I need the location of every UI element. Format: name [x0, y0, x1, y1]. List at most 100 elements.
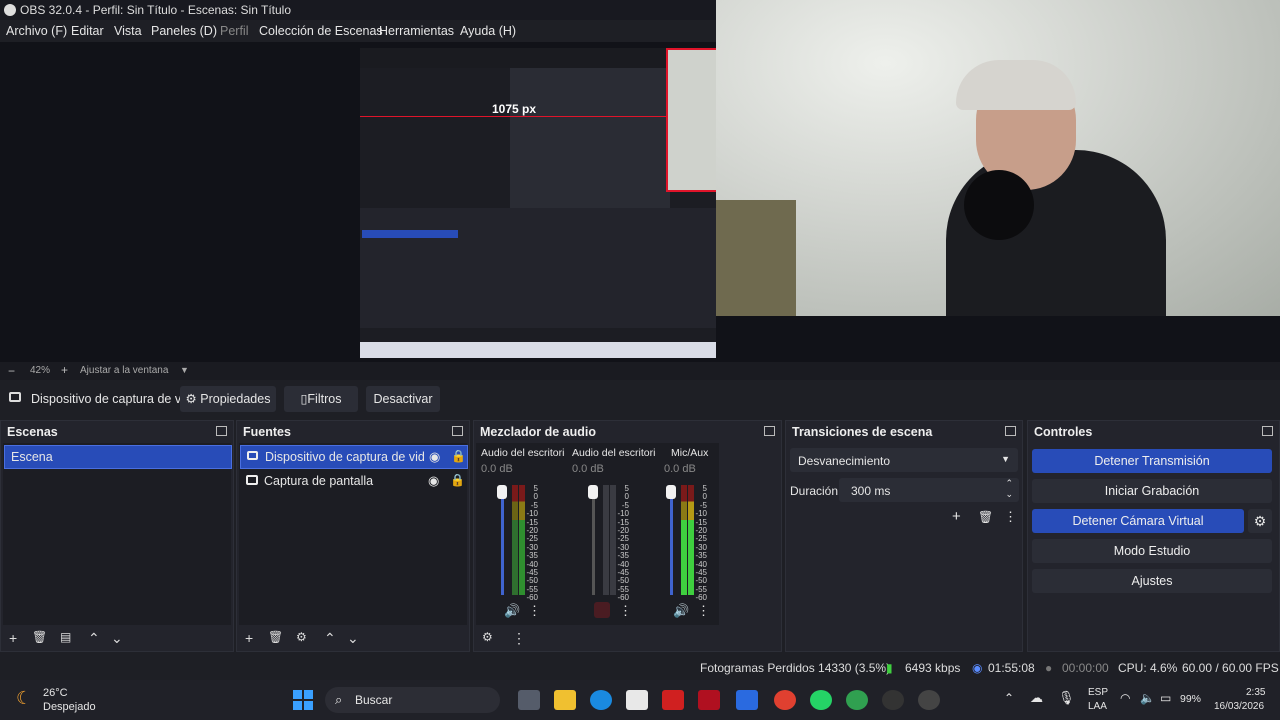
menu-editar[interactable]: Editar — [71, 24, 104, 38]
taskbar-search[interactable]: ⌕ Buscar — [325, 687, 500, 713]
undock-icon[interactable] — [764, 426, 775, 436]
menu-coleccion[interactable]: Colección de Escenas — [259, 24, 383, 38]
controls-title: Controles — [1034, 425, 1093, 439]
chevron-down-icon[interactable]: ▼ — [180, 365, 189, 375]
eye-icon[interactable]: ◉ — [429, 449, 440, 465]
db-scale-tick: -60 — [526, 593, 538, 603]
chevron-up-icon[interactable]: ⌃ — [1005, 478, 1013, 489]
search-icon: ⌕ — [335, 692, 343, 707]
trash-icon[interactable]: 🗑 — [268, 630, 283, 644]
filters-button[interactable]: ▯Filtros — [284, 386, 358, 412]
chrome-icon[interactable] — [846, 690, 868, 710]
gear-icon[interactable]: ⚙ — [1248, 509, 1272, 533]
kebab-menu-icon[interactable]: ⋮ — [697, 603, 710, 619]
file-explorer-icon[interactable] — [554, 690, 576, 710]
menu-herramientas[interactable]: Herramientas — [379, 24, 454, 38]
trash-icon[interactable]: 🗑 — [32, 630, 47, 644]
chevron-up-icon[interactable]: ⌃ — [324, 630, 336, 647]
app-icon[interactable] — [662, 690, 684, 710]
signal-icon: ▮ — [886, 661, 893, 675]
menu-perfil[interactable]: Perfil — [220, 24, 248, 38]
stop-streaming-button[interactable]: Detener Transmisión — [1032, 449, 1272, 473]
zoom-in-button[interactable]: + — [61, 363, 68, 377]
kebab-menu-icon[interactable]: ⋮ — [619, 603, 632, 619]
advanced-audio-icon[interactable]: ⚙ — [482, 630, 493, 644]
filter-icon[interactable]: ▤ — [60, 630, 71, 644]
lock-icon[interactable]: 🔒 — [450, 473, 465, 487]
menu-vista[interactable]: Vista — [114, 24, 142, 38]
windows-start-icon[interactable] — [293, 690, 313, 710]
chevron-up-icon[interactable]: ⌃ — [1004, 691, 1014, 705]
whatsapp-icon[interactable] — [810, 690, 832, 710]
transition-select[interactable]: Desvanecimiento ▼ — [790, 448, 1018, 472]
speaker-icon[interactable]: 🔊 — [673, 603, 689, 619]
chevron-down-icon: ▼ — [1001, 454, 1010, 464]
trash-icon[interactable]: 🗑 — [978, 510, 993, 524]
source-item[interactable]: Dispositivo de captura de video ◉ 🔒 — [240, 445, 468, 469]
camera-feed[interactable] — [716, 0, 1280, 316]
wifi-icon[interactable]: ◠ — [1120, 691, 1130, 705]
volume-slider-handle[interactable] — [497, 485, 507, 499]
weather-icon[interactable]: ☾ — [16, 688, 32, 709]
zoom-out-button[interactable]: − — [8, 364, 15, 378]
add-icon[interactable]: + — [9, 630, 17, 646]
volume-icon[interactable]: 🔈 — [1140, 691, 1155, 705]
gear-icon[interactable]: ⚙ — [296, 630, 307, 644]
speaker-icon[interactable]: 🔊 — [504, 603, 520, 619]
obs-icon[interactable] — [882, 690, 904, 710]
chrome-icon[interactable] — [774, 690, 796, 710]
scene-item[interactable]: Escena — [4, 445, 232, 469]
muted-speaker-icon[interactable] — [594, 602, 610, 618]
battery-icon[interactable]: ▭ — [1160, 691, 1171, 705]
fps: 60.00 / 60.00 FPS — [1182, 661, 1279, 675]
mixer-footer: ⚙ ⋮ — [474, 625, 781, 651]
volume-slider[interactable] — [670, 485, 673, 595]
lock-icon[interactable]: 🔒 — [451, 449, 466, 463]
chevron-down-icon[interactable]: ⌄ — [347, 630, 359, 647]
stop-virtual-camera-button[interactable]: Detener Cámara Virtual — [1032, 509, 1244, 533]
deactivate-button[interactable]: Desactivar — [366, 386, 440, 412]
volume-slider-handle[interactable] — [588, 485, 598, 499]
menu-ayuda[interactable]: Ayuda (H) — [460, 24, 516, 38]
menu-archivo[interactable]: Archivo (F) — [6, 24, 67, 38]
fit-window-select[interactable]: Ajustar a la ventana — [80, 365, 168, 376]
kebab-menu-icon[interactable]: ⋮ — [512, 630, 526, 647]
chevron-down-icon[interactable]: ⌄ — [1005, 489, 1013, 500]
volume-slider[interactable] — [501, 485, 504, 595]
kebab-menu-icon[interactable]: ⋮ — [528, 603, 541, 619]
language-code[interactable]: ESP — [1088, 687, 1108, 698]
source-item[interactable]: Captura de pantalla ◉ 🔒 — [240, 470, 466, 492]
properties-button[interactable]: ⚙ Propiedades — [180, 386, 276, 412]
add-icon[interactable]: + — [245, 630, 253, 646]
shield-icon[interactable] — [698, 690, 720, 710]
undock-icon[interactable] — [216, 426, 227, 436]
microphone-icon[interactable]: 🎙 — [1058, 690, 1075, 706]
obs-logo-icon — [4, 4, 16, 16]
store-icon[interactable] — [626, 690, 648, 710]
clock-time[interactable]: 2:35 — [1246, 687, 1265, 698]
chevron-down-icon[interactable]: ⌄ — [111, 630, 123, 647]
clock-date[interactable]: 16/03/2026 — [1214, 701, 1264, 712]
add-icon[interactable]: + — [952, 508, 961, 525]
outlook-icon[interactable] — [736, 690, 758, 710]
keyboard-layout[interactable]: LAA — [1088, 701, 1107, 712]
start-recording-button[interactable]: Iniciar Grabación — [1032, 479, 1272, 503]
cloud-icon[interactable]: ☁ — [1030, 690, 1043, 706]
chevron-up-icon[interactable]: ⌃ — [88, 630, 100, 647]
edge-icon[interactable] — [590, 690, 612, 710]
menu-paneles[interactable]: Paneles (D) — [151, 24, 217, 38]
undock-icon[interactable] — [1262, 426, 1273, 436]
settings-button[interactable]: Ajustes — [1032, 569, 1272, 593]
audio-mixer-dock: Mezclador de audio Audio del escritorio … — [473, 420, 782, 652]
undock-icon[interactable] — [452, 426, 463, 436]
duration-input[interactable]: 300 ms ⌃ ⌄ — [839, 478, 1019, 502]
studio-mode-button[interactable]: Modo Estudio — [1032, 539, 1272, 563]
media-player-icon[interactable] — [918, 690, 940, 710]
volume-slider-handle[interactable] — [666, 485, 676, 499]
volume-slider[interactable] — [592, 485, 595, 595]
screen-capture-source[interactable]: 1075 px — [360, 48, 716, 358]
kebab-menu-icon[interactable]: ⋮ — [1004, 509, 1017, 525]
task-view-icon[interactable] — [518, 690, 540, 710]
eye-icon[interactable]: ◉ — [428, 473, 439, 489]
undock-icon[interactable] — [1005, 426, 1016, 436]
